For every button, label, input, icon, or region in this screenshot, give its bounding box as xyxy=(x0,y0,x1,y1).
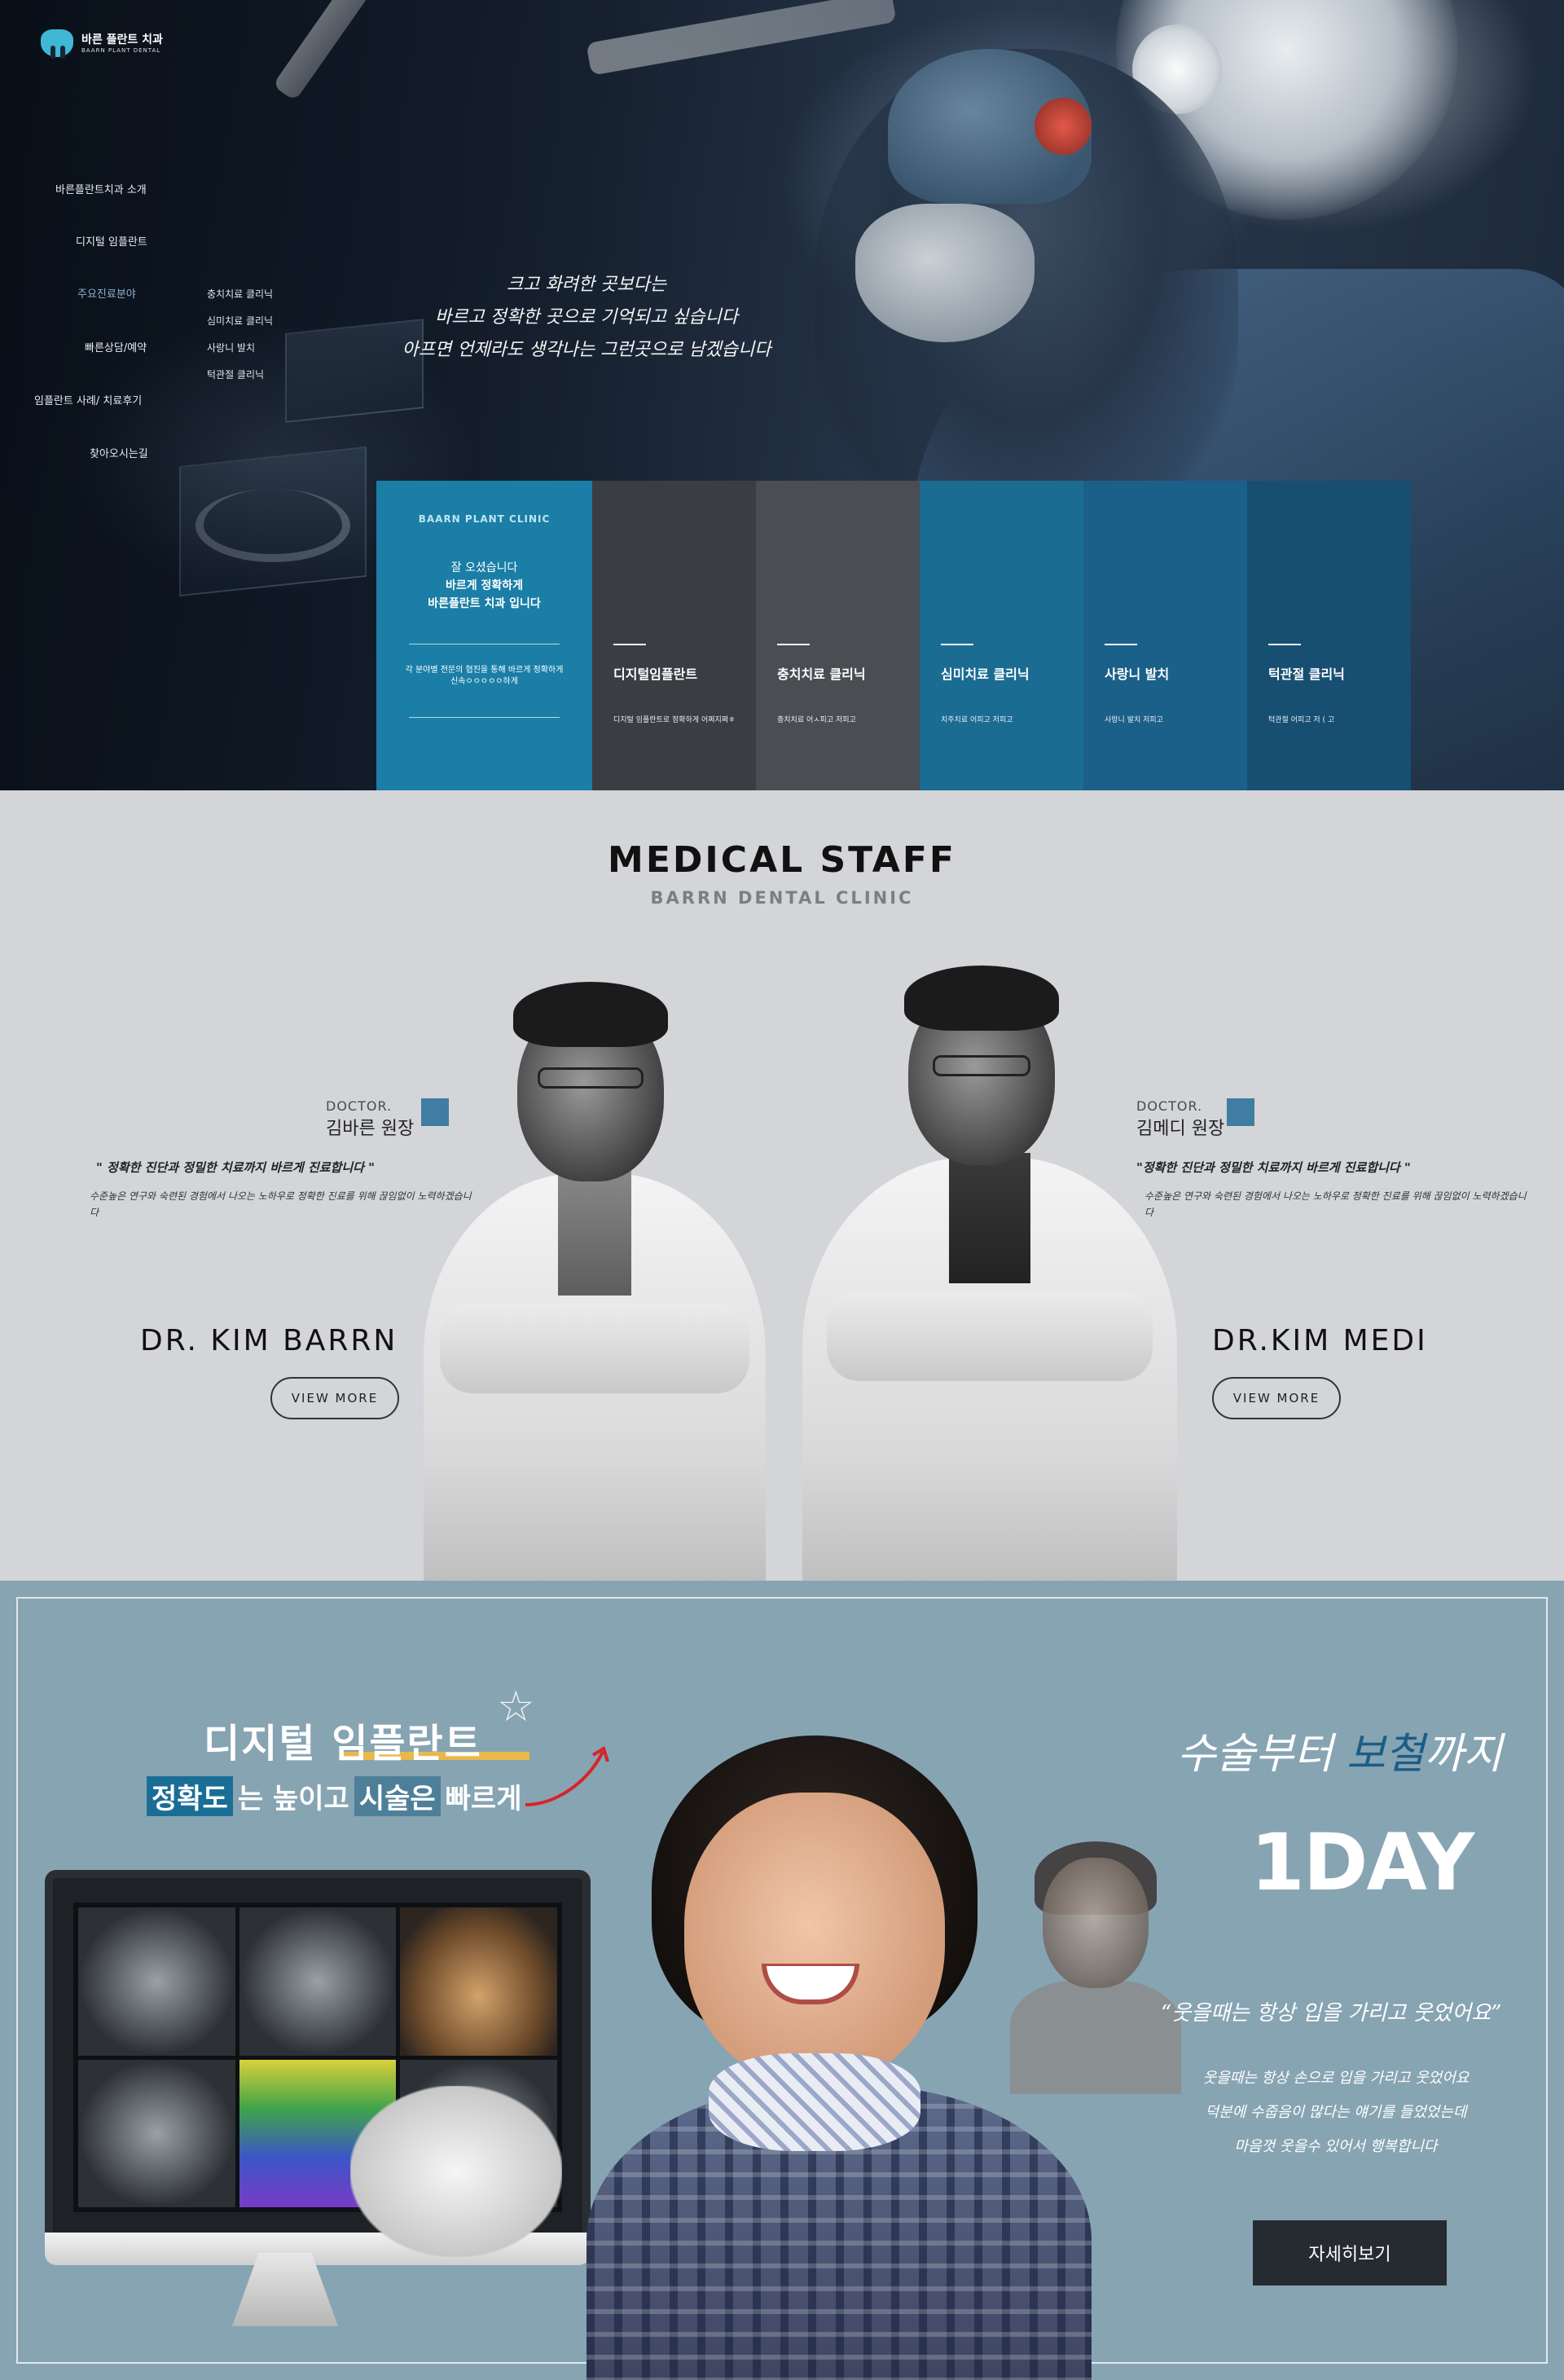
clinic-cards: BAARN PLANT CLINIC 잘 오셨습니다 바르게 정확하게 바른플란… xyxy=(376,481,1411,790)
testimonial-quote: “웃을때는 항상 입을 가리고 웃었어요” xyxy=(1161,2001,1502,2026)
welcome-card: BAARN PLANT CLINIC 잘 오셨습니다 바르게 정확하게 바른플란… xyxy=(376,481,592,790)
headline-text: 수술부터 xyxy=(1177,1730,1347,1779)
card-desc: 사랑니 발치 저피고 xyxy=(1105,716,1163,724)
accent-square xyxy=(421,1098,449,1126)
card-desc: 디지털 임플란트로 정확하게 어쩌지쩌ㅎ xyxy=(613,716,736,724)
clinic-card-wisdom-tooth[interactable]: 사랑니 발치 사랑니 발치 저피고 xyxy=(1083,481,1247,790)
oneday-text: 1DAY xyxy=(1250,1817,1474,1908)
accent-square xyxy=(1227,1098,1254,1126)
logo-text-kr: 바른 플란트 치과 xyxy=(81,33,163,46)
tooth-logo-icon xyxy=(39,24,75,60)
details-button[interactable]: 자세히보기 xyxy=(1253,2220,1447,2285)
welcome-line: 잘 오셨습니다 xyxy=(450,561,518,574)
sub-item-wisdom-tooth[interactable]: 사랑니 발치 xyxy=(207,341,255,354)
doctor-en-name: DR.KIM MEDI xyxy=(1212,1324,1428,1357)
nav-item-about[interactable]: 바른플란트치과 소개 xyxy=(55,181,147,196)
patient-photo xyxy=(554,1727,1140,2380)
headline-text: 까지 xyxy=(1424,1730,1503,1779)
nav-item-cases[interactable]: 임플란트 사례/ 치료후기 xyxy=(34,392,142,407)
card-title: 디지털임플란트 xyxy=(613,666,698,682)
divider xyxy=(409,717,560,718)
card-desc: 치주치료 어피고 저피고 xyxy=(941,716,1013,724)
highlight-text: 정확도 xyxy=(147,1776,233,1816)
welcome-card-brand: BAARN PLANT CLINIC xyxy=(418,513,551,525)
implant-model-image xyxy=(350,2086,562,2257)
view-more-button[interactable]: VIEW MORE xyxy=(270,1377,399,1419)
doctor-en-name: DR. KIM BARRN xyxy=(140,1324,398,1357)
hero-section: 바른 플란트 치과 BAARN PLANT DENTAL 바른플란트치과 소개 … xyxy=(0,0,1564,790)
card-title: 턱관절 클리닉 xyxy=(1268,666,1345,682)
doctor-name: 김바른 원장 xyxy=(326,1119,415,1139)
star-doodle-icon: ☆ xyxy=(497,1683,535,1731)
nav-item-consult[interactable]: 빠른상담/예약 xyxy=(85,339,147,354)
card-dash xyxy=(777,644,810,645)
headline-highlight: 보철 xyxy=(1346,1730,1425,1779)
highlight-text: 시술은 xyxy=(354,1776,441,1816)
implant-headline: 수술부터 보철까지 xyxy=(1177,1719,1502,1780)
doctor-desc: 수준높은 연구와 숙련된 경험에서 나오는 노하우로 정확한 진료를 위해 끊임… xyxy=(90,1190,472,1218)
testimonial-desc: 웃을때는 항상 손으로 입을 가리고 웃었어요 덕분에 수줍음이 많다는 얘기를… xyxy=(1173,2061,1499,2164)
hero-quote-line: 바르고 정확한 곳으로 기억되고 싶습니다 xyxy=(434,307,739,328)
implant-title: 디지털 임플란트 xyxy=(204,1721,482,1766)
implant-subtitle: 정확도 는 높이고 시술은 빠르게 xyxy=(147,1776,522,1816)
view-more-button[interactable]: VIEW MORE xyxy=(1212,1377,1341,1419)
subtitle-text: 는 높이고 xyxy=(237,1783,349,1815)
doctor-photo-kim-medi xyxy=(802,966,1177,1581)
card-dash xyxy=(613,644,646,645)
card-title: 심미치료 클리닉 xyxy=(941,666,1030,682)
doctor-quote: "정확한 진단과 정밀한 치료까지 바르게 진료합니다 " xyxy=(1136,1160,1411,1175)
welcome-line: 바른플란트 치과 입니다 xyxy=(428,597,541,610)
clinic-card-digital-implant[interactable]: 디지털임플란트 디지털 임플란트로 정확하게 어쩌지쩌ㅎ xyxy=(592,481,756,790)
sub-item-tmj[interactable]: 턱관절 클리닉 xyxy=(207,367,264,381)
section-subtitle: BARRN DENTAL CLINIC xyxy=(650,888,914,908)
card-dash xyxy=(1105,644,1137,645)
doctor-desc: 수준높은 연구와 숙련된 경험에서 나오는 노하우로 정확한 진료를 위해 끊임… xyxy=(1144,1190,1527,1218)
welcome-line: 바르게 정확하게 xyxy=(445,579,524,592)
clinic-card-aesthetic[interactable]: 심미치료 클리닉 치주치료 어피고 저피고 xyxy=(920,481,1083,790)
card-desc: 충치치료 어ㅅ피고 저피고 xyxy=(777,716,856,724)
nav-item-location[interactable]: 찾아오시는길 xyxy=(90,445,148,460)
doctor-name: 김메디 원장 xyxy=(1136,1119,1225,1139)
card-dash xyxy=(941,644,973,645)
doctor-label: DOCTOR. xyxy=(1136,1098,1203,1114)
hero-quote-line: 아프면 언제라도 생각나는 그런곳으로 남겠습니다 xyxy=(402,340,771,360)
logo-text-en: BAARN PLANT DENTAL xyxy=(81,47,161,54)
section-title: MEDICAL STAFF xyxy=(608,839,956,881)
card-title: 충치치료 클리닉 xyxy=(777,666,866,682)
logo[interactable]: 바른 플란트 치과 BAARN PLANT DENTAL xyxy=(39,24,163,60)
card-title: 사랑니 발치 xyxy=(1105,666,1170,682)
clinic-card-tmj[interactable]: 턱관절 클리닉 턱관절 어피고 저 ( 고 xyxy=(1247,481,1411,790)
testimonial-line: 덕분에 수줍음이 많다는 얘기를 들었었는데 xyxy=(1205,2104,1467,2121)
testimonial-line: 웃을때는 항상 손으로 입을 가리고 웃었어요 xyxy=(1202,2070,1470,2087)
doctor-quote: " 정확한 진단과 정밀한 치료까지 바르게 진료합니다 " xyxy=(96,1160,375,1175)
medical-staff-section: MEDICAL STAFF BARRN DENTAL CLINIC DOCTOR… xyxy=(0,790,1564,1581)
card-desc: 턱관절 어피고 저 ( 고 xyxy=(1268,716,1335,724)
nav-item-main-clinic[interactable]: 주요진료분야 xyxy=(77,285,136,301)
hero-quote: 크고 화려한 곳보다는 바르고 정확한 곳으로 기억되고 싶습니다 아프면 언제… xyxy=(358,269,815,367)
digital-implant-section: ☆ 디지털 임플란트 정확도 는 높이고 시술은 빠르게 수술부터 보철까지 1… xyxy=(0,1581,1564,2380)
sub-item-cavity[interactable]: 충치치료 클리닉 xyxy=(207,287,273,301)
clinic-card-cavity[interactable]: 충치치료 클리닉 충치치료 어ㅅ피고 저피고 xyxy=(756,481,920,790)
card-dash xyxy=(1268,644,1301,645)
doctor-label: DOCTOR. xyxy=(326,1098,393,1114)
doctor-photo-kim-barrn xyxy=(424,978,766,1581)
sub-item-aesthetic[interactable]: 심미치료 클리닉 xyxy=(207,314,273,328)
nav-item-digital-implant[interactable]: 디지털 임플란트 xyxy=(76,233,147,249)
testimonial-line: 마음껏 웃을수 있어서 행복합니다 xyxy=(1234,2138,1438,2155)
hero-quote-line: 크고 화려한 곳보다는 xyxy=(506,275,667,295)
subtitle-text: 빠르게 xyxy=(445,1783,522,1815)
welcome-card-desc: 각 분야별 전문의 협진을 통해 바르게 정확하게 신속ㅇㅇㅇㅇㅇ하게 xyxy=(405,666,564,686)
